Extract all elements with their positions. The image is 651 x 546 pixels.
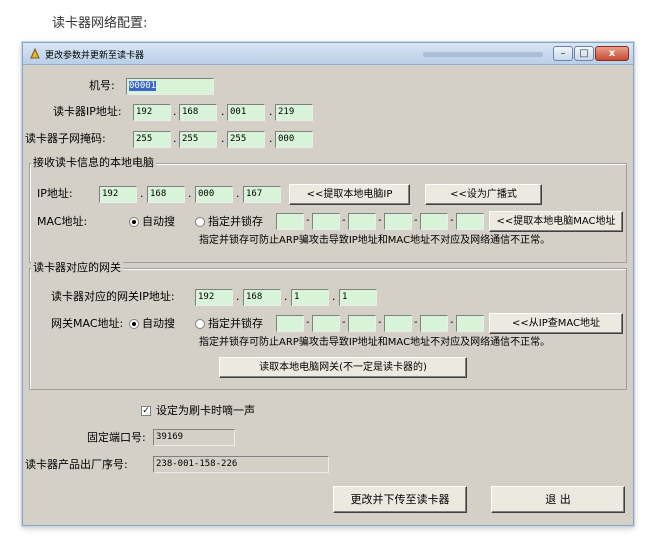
set-broadcast-button[interactable]: <<设为广播式 [425, 184, 542, 205]
mac-dash: - [306, 317, 310, 328]
mac-dash: - [342, 215, 346, 226]
gateway-arp-note: 指定并锁存可防止ARP骗攻击导致IP地址和MAC地址不对应及网络通信不正常。 [199, 337, 551, 348]
local-mac-auto-radio[interactable] [129, 217, 139, 227]
gateway-mac-byte-3[interactable] [348, 315, 376, 332]
gateway-mac-lock-label: 指定并锁存 [208, 317, 263, 330]
ip-dot: . [269, 105, 273, 118]
page-heading: 读卡器网络配置: [52, 16, 148, 31]
local-mac-label: MAC地址: [37, 215, 88, 228]
ip-dot: . [236, 187, 240, 200]
reader-mask-octet-2[interactable]: 255 [179, 131, 217, 148]
gateway-ip-octet-2[interactable]: 168 [243, 289, 281, 306]
beep-checkbox[interactable]: ✓ [141, 406, 151, 416]
local-mac-byte-3[interactable] [348, 213, 376, 230]
reader-mask-octet-4[interactable]: 000 [275, 131, 313, 148]
ip-dot: . [221, 105, 225, 118]
update-reader-button[interactable]: 更改并下传至读卡器 [333, 486, 467, 513]
local-mac-auto-label: 自动搜 [142, 215, 175, 228]
beep-label: 设定为刷卡时嘀一声 [156, 404, 255, 417]
lookup-mac-button[interactable]: <<从IP查MAC地址 [489, 313, 623, 334]
gateway-ip-label: 读卡器对应的网关IP地址: [51, 290, 175, 303]
reader-ip-octet-4[interactable]: 219 [275, 104, 313, 121]
gateway-mac-auto-label: 自动搜 [142, 317, 175, 330]
gateway-ip-octet-1[interactable]: 192 [195, 289, 233, 306]
local-ip-octet-4[interactable]: 167 [243, 186, 281, 203]
mac-dash: - [414, 317, 418, 328]
reader-mask-label: 读卡器子网掩码: [25, 132, 106, 145]
ip-dot: . [332, 290, 336, 303]
config-dialog: 更改参数并更新至读卡器 – □ x 机号: 00001 读卡器IP地址: 192… [22, 42, 634, 526]
close-button[interactable]: x [595, 46, 629, 61]
serial-label: 读卡器产品出厂序号: [25, 458, 128, 471]
ip-dot: . [284, 290, 288, 303]
machine-number-value: 00001 [129, 81, 157, 91]
ip-dot: . [188, 187, 192, 200]
ip-dot: . [173, 132, 177, 145]
local-mac-byte-2[interactable] [312, 213, 340, 230]
reader-mask-octet-1[interactable]: 255 [133, 131, 171, 148]
ip-dot: . [236, 290, 240, 303]
gateway-ip-octet-3[interactable]: 1 [291, 289, 329, 306]
local-arp-note: 指定并锁存可防止ARP骗攻击导致IP地址和MAC地址不对应及网络通信不正常。 [199, 235, 551, 246]
mac-dash: - [378, 215, 382, 226]
gateway-legend: 读卡器对应的网关 [31, 261, 123, 275]
get-local-ip-button[interactable]: <<提取本地电脑IP [289, 184, 410, 205]
ip-dot: . [269, 132, 273, 145]
reader-ip-octet-1[interactable]: 192 [133, 104, 171, 121]
local-ip-octet-3[interactable]: 000 [195, 186, 233, 203]
local-pc-legend: 接收读卡信息的本地电脑 [31, 156, 156, 170]
gateway-mac-byte-2[interactable] [312, 315, 340, 332]
port-field[interactable]: 39169 [153, 429, 235, 446]
gateway-mac-label: 网关MAC地址: [51, 317, 124, 330]
gateway-mac-byte-6[interactable] [456, 315, 484, 332]
gateway-mac-byte-1[interactable] [276, 315, 304, 332]
local-mac-byte-5[interactable] [420, 213, 448, 230]
mac-dash: - [342, 317, 346, 328]
local-mac-byte-4[interactable] [384, 213, 412, 230]
exit-button[interactable]: 退 出 [491, 486, 625, 513]
serial-field[interactable]: 238-001-158-226 [153, 456, 329, 473]
local-ip-octet-2[interactable]: 168 [147, 186, 185, 203]
mac-dash: - [378, 317, 382, 328]
mac-dash: - [450, 317, 454, 328]
reader-mask-octet-3[interactable]: 255 [227, 131, 265, 148]
port-label: 固定端口号: [87, 431, 146, 444]
ip-dot: . [140, 187, 144, 200]
local-ip-label: IP地址: [37, 187, 73, 200]
reader-ip-label: 读卡器IP地址: [53, 105, 122, 118]
reader-ip-octet-3[interactable]: 001 [227, 104, 265, 121]
title-bar[interactable]: 更改参数并更新至读卡器 – □ x [23, 43, 633, 65]
app-icon [30, 48, 40, 59]
mac-dash: - [306, 215, 310, 226]
local-mac-lock-radio[interactable] [195, 217, 205, 227]
gateway-mac-byte-4[interactable] [384, 315, 412, 332]
title-bar-blur [423, 52, 543, 57]
gateway-mac-lock-radio[interactable] [195, 319, 205, 329]
read-gateway-button[interactable]: 读取本地电脑网关(不一定是读卡器的) [219, 357, 467, 378]
machine-number-field[interactable]: 00001 [126, 78, 214, 95]
gateway-mac-auto-radio[interactable] [129, 319, 139, 329]
gateway-mac-byte-5[interactable] [420, 315, 448, 332]
ip-dot: . [221, 132, 225, 145]
ip-dot: . [173, 105, 177, 118]
gateway-ip-octet-4[interactable]: 1 [339, 289, 377, 306]
local-mac-byte-6[interactable] [456, 213, 484, 230]
machine-number-label: 机号: [89, 79, 115, 92]
window-title: 更改参数并更新至读卡器 [45, 51, 145, 61]
local-mac-lock-label: 指定并锁存 [208, 215, 263, 228]
local-ip-octet-1[interactable]: 192 [99, 186, 137, 203]
mac-dash: - [450, 215, 454, 226]
maximize-button[interactable]: □ [574, 46, 594, 61]
local-mac-byte-1[interactable] [276, 213, 304, 230]
reader-ip-octet-2[interactable]: 168 [179, 104, 217, 121]
mac-dash: - [414, 215, 418, 226]
minimize-button[interactable]: – [553, 46, 573, 61]
get-local-mac-button[interactable]: <<提取本地电脑MAC地址 [489, 211, 623, 232]
